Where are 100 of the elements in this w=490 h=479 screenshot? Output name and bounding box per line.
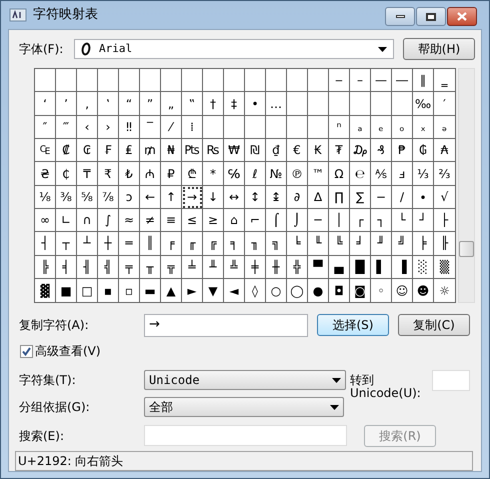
character-cell[interactable]: ₡	[56, 139, 77, 162]
character-cell[interactable]: ₦	[161, 139, 182, 162]
character-cell[interactable]: ∙	[413, 186, 434, 209]
character-cell[interactable]: ╢	[77, 256, 98, 279]
character-cell[interactable]: ⅔	[434, 162, 455, 186]
character-cell[interactable]: □	[77, 278, 98, 302]
blank-character-cell[interactable]	[308, 69, 329, 92]
blank-character-cell[interactable]	[224, 116, 245, 140]
character-cell[interactable]: ┴	[77, 232, 98, 256]
character-cell[interactable]: ₒ	[392, 116, 413, 140]
character-cell[interactable]: ├	[434, 208, 455, 232]
character-cell[interactable]: ⅎ	[392, 162, 413, 186]
character-cell[interactable]: ₧	[182, 139, 203, 162]
blank-character-cell[interactable]	[161, 69, 182, 92]
character-cell[interactable]: ◯	[287, 278, 308, 302]
character-cell[interactable]: …	[266, 92, 287, 116]
character-cell[interactable]: ‘	[35, 92, 56, 116]
character-cell[interactable]: ℓ	[245, 162, 266, 186]
character-cell[interactable]: ↔	[224, 186, 245, 209]
character-cell[interactable]: ╜	[371, 232, 392, 256]
character-cell[interactable]: ┘	[413, 208, 434, 232]
blank-character-cell[interactable]	[98, 69, 119, 92]
character-cell[interactable]: ⌠	[266, 208, 287, 232]
character-cell[interactable]: ⁄	[161, 116, 182, 140]
character-cell[interactable]: ₢	[77, 139, 98, 162]
character-cell[interactable]: ℗	[287, 162, 308, 186]
character-cell[interactable]: ╗	[266, 232, 287, 256]
character-cell[interactable]: ≈	[119, 208, 140, 232]
character-cell[interactable]: ₤	[119, 139, 140, 162]
blank-character-cell[interactable]	[119, 69, 140, 92]
character-cell[interactable]: ⅞	[98, 186, 119, 209]
character-cell[interactable]: ▒	[434, 256, 455, 279]
character-cell[interactable]: ⌡	[287, 208, 308, 232]
dropdown[interactable]: Unicode	[144, 370, 346, 390]
character-cell[interactable]: ₪	[245, 139, 266, 162]
blank-character-cell[interactable]	[287, 92, 308, 116]
character-cell[interactable]: ⅓	[413, 162, 434, 186]
character-cell[interactable]: ═	[119, 232, 140, 256]
character-cell[interactable]: ∑	[350, 186, 371, 209]
minimize-button[interactable]	[385, 7, 415, 26]
character-cell[interactable]: ₱	[392, 139, 413, 162]
character-cell[interactable]: ┤	[35, 232, 56, 256]
copy-field[interactable]: →	[144, 314, 308, 337]
character-cell[interactable]: ₩	[224, 139, 245, 162]
character-cell[interactable]: ╔	[203, 232, 224, 256]
checkbox[interactable]	[20, 344, 33, 358]
character-cell[interactable]: ╨	[203, 256, 224, 279]
character-cell[interactable]: ′	[434, 92, 455, 116]
character-cell[interactable]: ₾	[182, 162, 203, 186]
character-cell[interactable]: ↑	[161, 186, 182, 209]
character-cell[interactable]: ≡	[161, 208, 182, 232]
character-cell[interactable]: ▼	[203, 278, 224, 302]
character-cell[interactable]: ┼	[98, 232, 119, 256]
character-cell[interactable]: ▓	[35, 278, 56, 302]
character-cell[interactable]: ∩	[77, 208, 98, 232]
blank-character-cell[interactable]	[308, 92, 329, 116]
character-cell[interactable]: ◙	[350, 278, 371, 302]
blank-character-cell[interactable]	[203, 69, 224, 92]
character-cell[interactable]: ◦	[371, 278, 392, 302]
blank-character-cell[interactable]	[287, 116, 308, 140]
character-cell[interactable]: ‒	[329, 69, 350, 92]
character-cell[interactable]: №	[266, 162, 287, 186]
blank-character-cell[interactable]	[140, 69, 161, 92]
character-cell[interactable]: ₹	[98, 162, 119, 186]
character-cell[interactable]: ╪	[245, 256, 266, 279]
character-cell[interactable]: ╒	[161, 232, 182, 256]
character-cell[interactable]: ₰	[371, 139, 392, 162]
character-cell[interactable]: ╥	[140, 256, 161, 279]
unicode-field[interactable]	[432, 370, 470, 392]
character-cell[interactable]: ▐	[392, 256, 413, 279]
blank-character-cell[interactable]	[329, 92, 350, 116]
character-cell[interactable]: ₲	[413, 139, 434, 162]
character-cell[interactable]: ₣	[98, 139, 119, 162]
character-cell[interactable]: ₑ	[371, 116, 392, 140]
blank-character-cell[interactable]	[77, 69, 98, 92]
character-cell[interactable]: ╖	[245, 232, 266, 256]
character-cell[interactable]: ∆	[308, 186, 329, 209]
character-cell[interactable]: ₮	[329, 139, 350, 162]
character-cell[interactable]: €	[287, 139, 308, 162]
character-cell[interactable]: †	[203, 92, 224, 116]
character-cell[interactable]: ℅	[224, 162, 245, 186]
search-field[interactable]	[144, 425, 347, 446]
blank-character-cell[interactable]	[266, 69, 287, 92]
blank-character-cell[interactable]	[308, 116, 329, 140]
character-cell[interactable]: └	[392, 208, 413, 232]
character-cell[interactable]: ≤	[182, 208, 203, 232]
character-cell[interactable]: ∏	[329, 186, 350, 209]
character-cell[interactable]: ╙	[308, 232, 329, 256]
character-cell[interactable]: ▬	[140, 278, 161, 302]
character-cell[interactable]: ╞	[413, 232, 434, 256]
character-cell[interactable]: ╘	[287, 232, 308, 256]
character-cell[interactable]: ▫	[119, 278, 140, 302]
font-dropdown[interactable]: Arial	[74, 39, 394, 60]
character-cell[interactable]: ₨	[203, 139, 224, 162]
blank-character-cell[interactable]	[371, 92, 392, 116]
blank-character-cell[interactable]	[182, 69, 203, 92]
character-cell[interactable]: ₠	[35, 139, 56, 162]
blank-character-cell[interactable]	[287, 69, 308, 92]
character-cell[interactable]: ■	[56, 278, 77, 302]
character-cell[interactable]: ◄	[224, 278, 245, 302]
